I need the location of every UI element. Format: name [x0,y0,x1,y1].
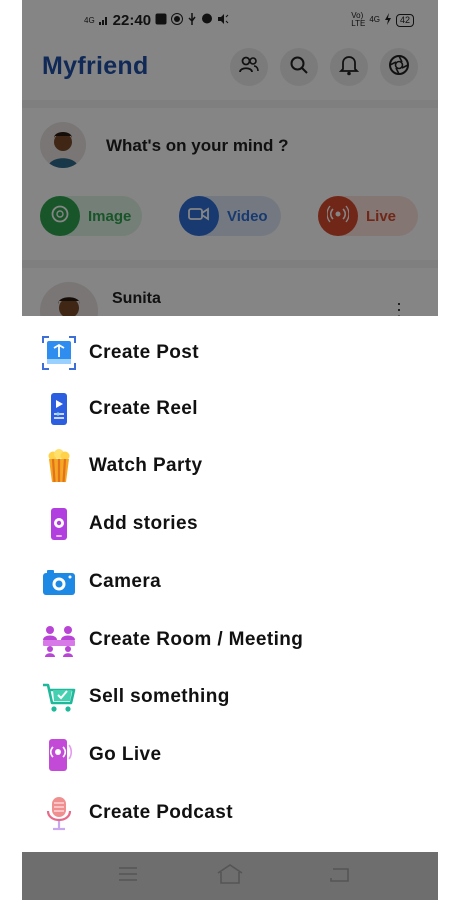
stories-icon [40,505,78,543]
menu-item-camera[interactable]: Camera [22,556,438,608]
menu-item-create-post[interactable]: Create Post [22,327,438,379]
menu-nav-button[interactable] [113,864,143,888]
create-post-icon [40,334,78,372]
menu-item-label: Create Room / Meeting [89,629,304,650]
phone-screen: 4G 22:40 Vo) LTE 4G 42 Myfriend What's o… [22,0,438,900]
microphone-icon [40,794,78,832]
system-navigation-bar [22,852,438,900]
create-menu-sheet: Create Post Create Reel Watch Party Add … [22,316,438,852]
menu-item-sell-something[interactable]: Sell something [22,671,438,723]
menu-item-create-room[interactable]: Create Room / Meeting [22,614,438,666]
home-icon [216,863,244,890]
dim-overlay[interactable] [22,0,438,316]
popcorn-icon [40,447,78,485]
menu-item-label: Create Reel [89,398,198,419]
menu-item-label: Add stories [89,513,198,534]
menu-item-label: Create Post [89,342,199,363]
menu-item-create-reel[interactable]: Create Reel [22,383,438,435]
menu-item-label: Watch Party [89,455,203,476]
menu-item-go-live[interactable]: Go Live [22,729,438,781]
hamburger-icon [118,866,138,887]
camera-icon [40,563,78,601]
menu-item-create-podcast[interactable]: Create Podcast [22,787,438,839]
menu-item-label: Camera [89,571,162,592]
create-reel-icon [40,390,78,428]
home-feed-background: 4G 22:40 Vo) LTE 4G 42 Myfriend What's o… [22,0,438,340]
menu-item-label: Sell something [89,686,230,707]
home-nav-button[interactable] [215,863,245,890]
back-icon [328,865,350,888]
menu-item-label: Go Live [89,744,162,765]
menu-item-label: Create Podcast [89,802,233,823]
meeting-icon [40,621,78,659]
menu-item-add-stories[interactable]: Add stories [22,498,438,550]
back-nav-button[interactable] [324,864,354,888]
menu-item-watch-party[interactable]: Watch Party [22,440,438,492]
live-icon [40,736,78,774]
cart-icon [40,678,78,716]
